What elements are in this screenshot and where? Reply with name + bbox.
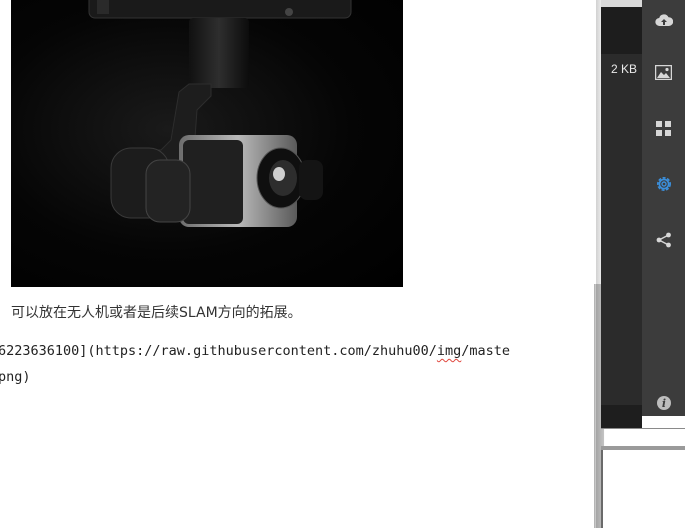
lower-panel (601, 450, 685, 528)
spellcheck-word: img (436, 343, 462, 359)
panel-top-strip (601, 0, 642, 7)
svg-text:i: i (661, 397, 665, 410)
share-button[interactable] (642, 220, 685, 260)
image-icon (655, 64, 672, 80)
document-pane: 可以放在无人机或者是后续SLAM方向的拓展。 6223636100](https… (0, 0, 596, 528)
grid-icon (656, 120, 671, 136)
file-size-label: 2 KB (611, 62, 638, 76)
side-panel (601, 0, 642, 405)
panel-edge (601, 450, 603, 528)
settings-button[interactable] (642, 164, 685, 204)
caption-text: 可以放在无人机或者是后续SLAM方向的拓展。 (11, 305, 302, 321)
link-text-part-1: 6223636100](https://raw.githubuserconten… (0, 343, 437, 359)
divider (601, 428, 685, 429)
grid-button[interactable] (642, 108, 685, 148)
image-button[interactable] (642, 52, 685, 92)
settings-icon (656, 177, 671, 191)
link-text-part-2: /maste (461, 343, 511, 359)
panel-footer (601, 405, 642, 428)
icon-rail: i (642, 0, 685, 416)
info-button[interactable]: i (642, 383, 685, 423)
camera-photo (11, 0, 403, 287)
markdown-image-link-line: 6223636100](https://raw.githubuserconten… (0, 343, 510, 359)
cloud-upload-button[interactable] (642, 0, 685, 40)
info-icon: i (656, 396, 671, 410)
markdown-image-link-tail: png) (0, 369, 31, 385)
share-icon (656, 232, 671, 248)
panel-header (601, 7, 642, 54)
gimbal-camera-image (88, 0, 352, 227)
cloud-upload-icon (654, 14, 673, 27)
